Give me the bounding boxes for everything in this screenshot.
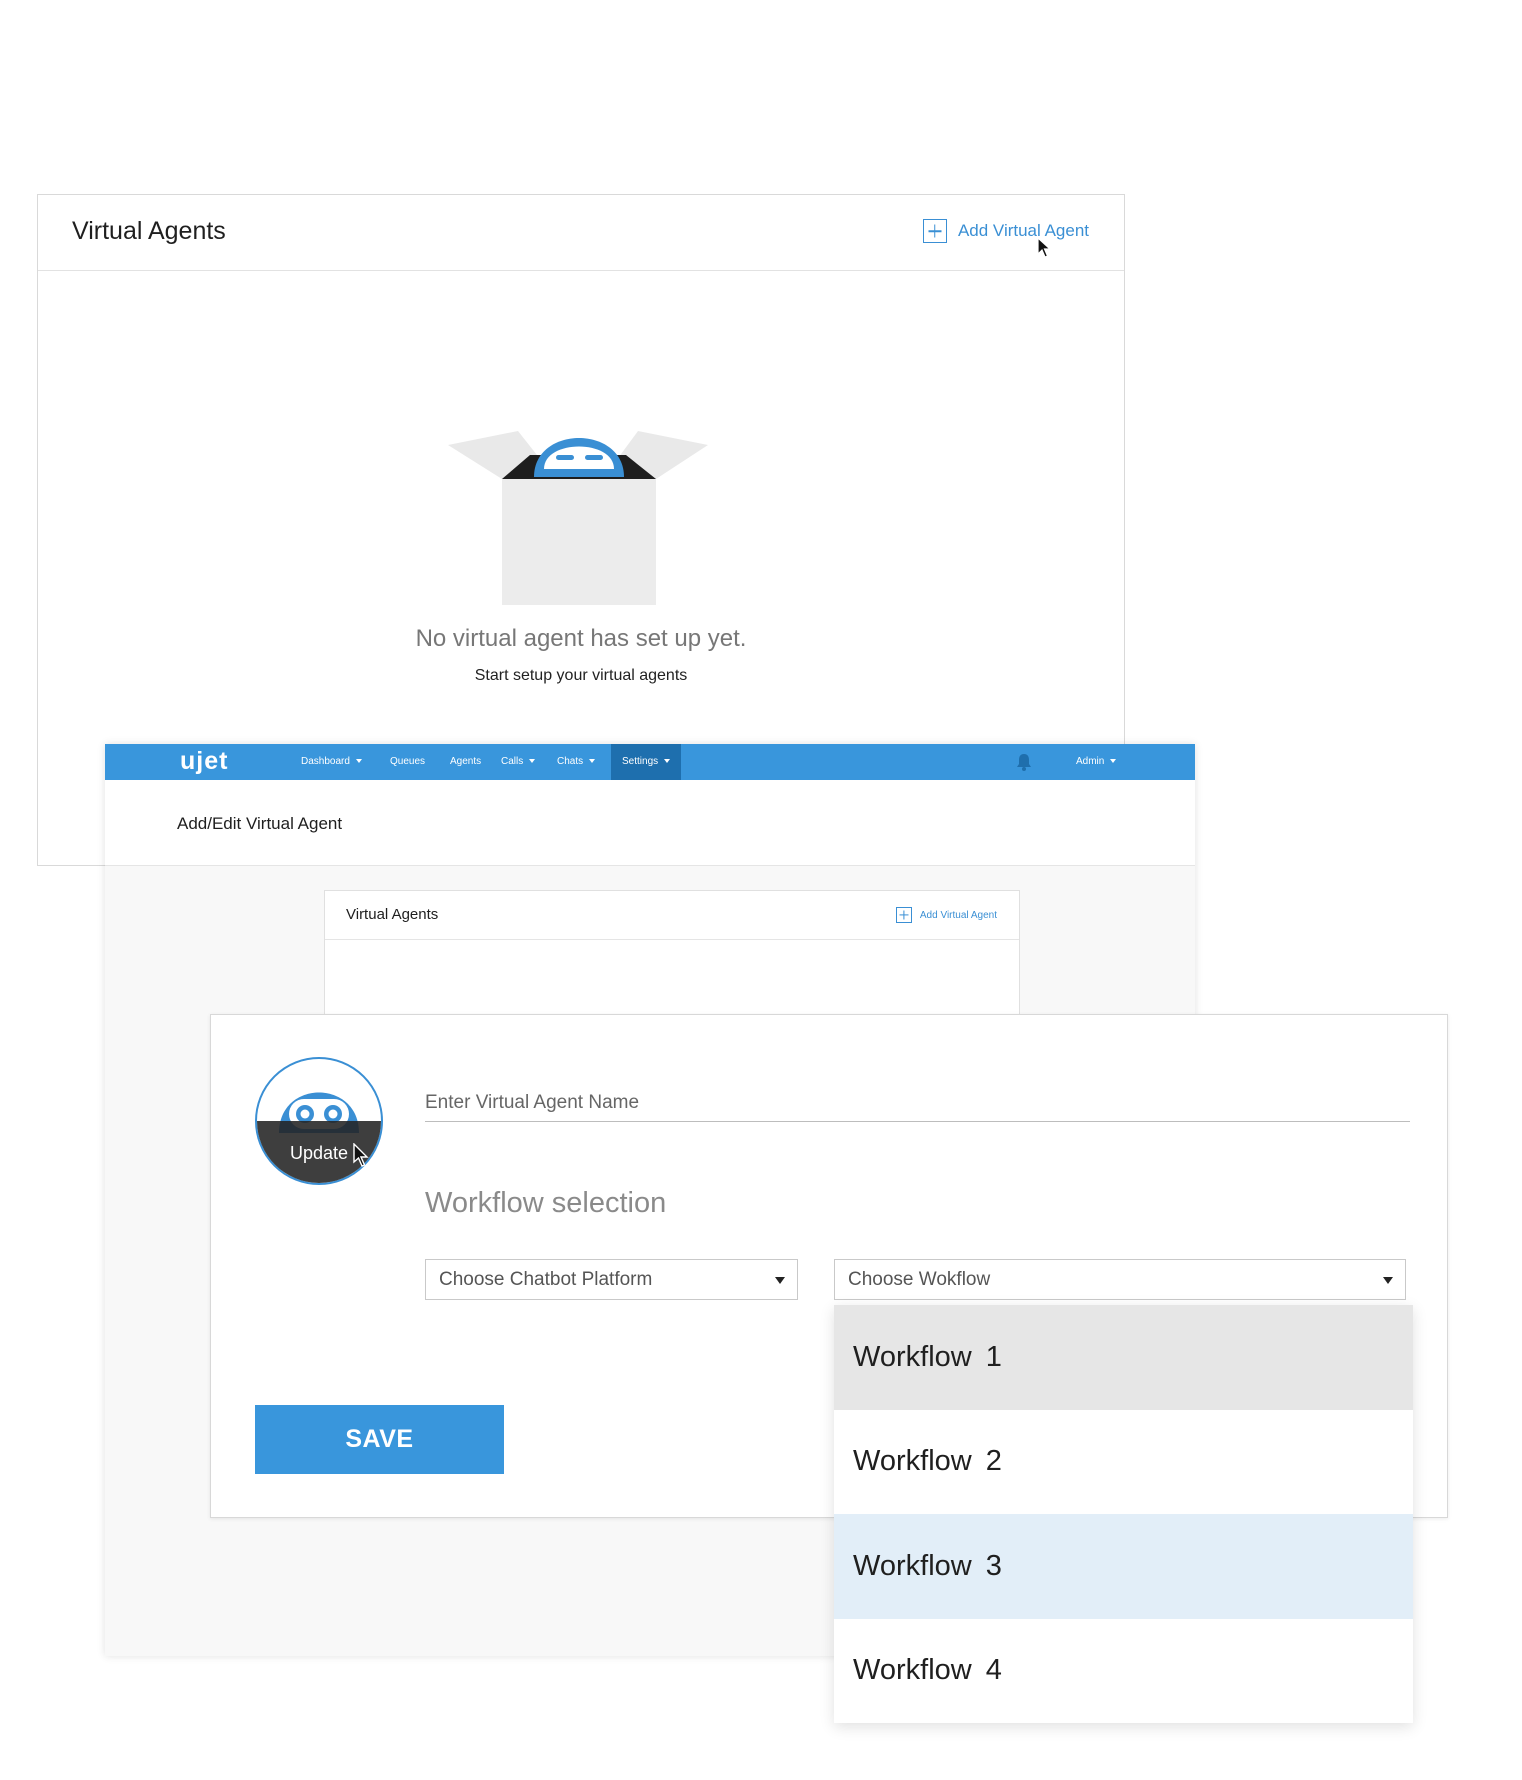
nav-agents[interactable]: Agents	[450, 744, 481, 780]
add-virtual-agent-button[interactable]: Add Virtual Agent	[922, 219, 1089, 243]
caret-down-icon	[775, 1277, 785, 1284]
panel-header: Virtual Agents Add Virtual Agent	[38, 195, 1124, 271]
mini-panel-header: Virtual Agents Add Virtual Agent	[325, 891, 1019, 940]
empty-state-subtitle: Start setup your virtual agents	[474, 667, 688, 684]
mouse-cursor-icon	[353, 1143, 369, 1167]
nav-dashboard[interactable]: Dashboard	[301, 744, 362, 780]
workflow-option-1[interactable]: Workflow 1	[834, 1305, 1413, 1410]
nav-queues[interactable]: Queues	[390, 744, 425, 780]
add-virtual-agent-label: Add Virtual Agent	[957, 221, 1089, 240]
page-subheader: Add/Edit Virtual Agent	[105, 780, 1195, 866]
empty-state-title: No virtual agent has set up yet.	[415, 625, 747, 652]
bell-icon[interactable]	[1016, 753, 1032, 771]
mini-add-virtual-agent-button[interactable]: Add Virtual Agent	[895, 907, 997, 923]
nav-chats[interactable]: Chats	[557, 744, 596, 780]
workflow-option-3[interactable]: Workflow 3	[834, 1514, 1413, 1619]
workflow-select[interactable]: Choose Wokflow	[834, 1259, 1406, 1300]
chevron-down-icon	[529, 759, 536, 764]
mini-virtual-agents-panel: Virtual Agents Add Virtual Agent	[324, 890, 1020, 1030]
nav-admin[interactable]: Admin	[1076, 744, 1117, 780]
chevron-down-icon	[664, 759, 671, 764]
empty-box-robot-illustration	[448, 431, 708, 605]
save-button[interactable]: SAVE	[255, 1405, 504, 1474]
agent-name-input[interactable]	[425, 1085, 1410, 1122]
nav-calls[interactable]: Calls	[501, 744, 536, 780]
chevron-down-icon	[1110, 759, 1117, 764]
plus-icon	[895, 907, 912, 923]
workflow-dropdown-list: Workflow 1 Workflow 2 Workflow 3 Workflo…	[834, 1305, 1413, 1723]
workflow-option-2[interactable]: Workflow 2	[834, 1410, 1413, 1515]
caret-down-icon	[1383, 1277, 1393, 1284]
workflow-select-value: Choose Wokflow	[848, 1269, 991, 1290]
nav-settings[interactable]: Settings	[611, 744, 682, 780]
chatbot-platform-select[interactable]: Choose Chatbot Platform	[425, 1259, 798, 1300]
top-navbar: ujet Dashboard Queues Agents Calls Chats…	[105, 744, 1195, 780]
ujet-logo[interactable]: ujet	[180, 747, 228, 776]
mouse-cursor-icon	[1037, 237, 1051, 258]
chatbot-platform-value: Choose Chatbot Platform	[439, 1269, 653, 1290]
chevron-down-icon	[355, 759, 362, 764]
workflow-option-4[interactable]: Workflow 4	[834, 1619, 1413, 1724]
page-title: Add/Edit Virtual Agent	[177, 814, 343, 833]
workflow-selection-heading: Workflow selection	[425, 1187, 667, 1219]
mini-add-virtual-agent-label: Add Virtual Agent	[919, 909, 997, 921]
panel-title: Virtual Agents	[72, 217, 226, 245]
mini-panel-title: Virtual Agents	[346, 906, 439, 923]
plus-icon	[922, 219, 947, 243]
chevron-down-icon	[589, 759, 596, 764]
